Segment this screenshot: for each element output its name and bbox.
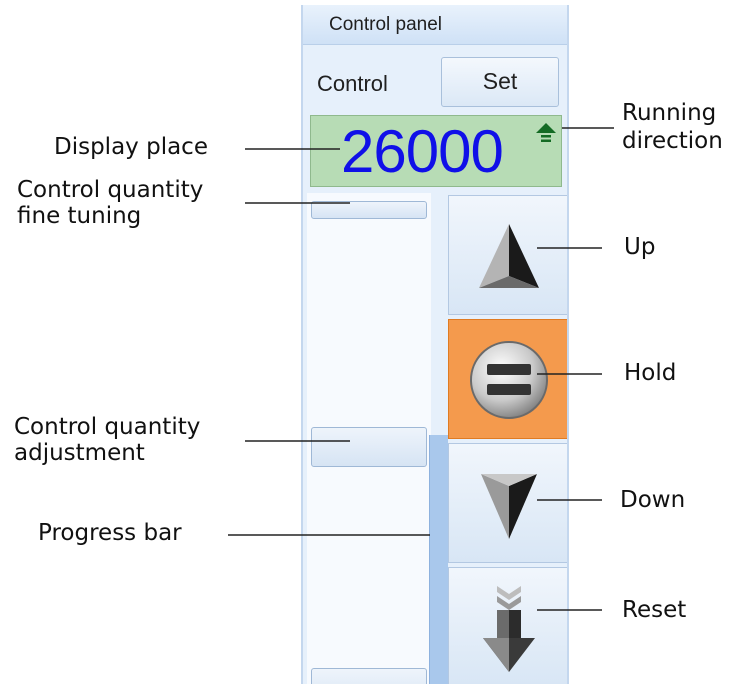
callout-up: Up [624,234,656,260]
callout-running-line2: direction [622,128,723,154]
callout-running-line1: Running [622,100,717,126]
callout-down: Down [620,487,686,513]
callout-reset: Reset [622,597,687,623]
callout-adjustment-line1: Control quantity [14,414,201,440]
callout-hold: Hold [624,360,677,386]
callout-fine-tuning-line2: fine tuning [17,203,142,229]
callout-fine-tuning-line1: Control quantity [17,177,204,203]
callout-progress-bar: Progress bar [38,520,182,546]
callout-adjustment-line2: adjustment [14,440,145,466]
callout-display-place: Display place [54,134,208,160]
